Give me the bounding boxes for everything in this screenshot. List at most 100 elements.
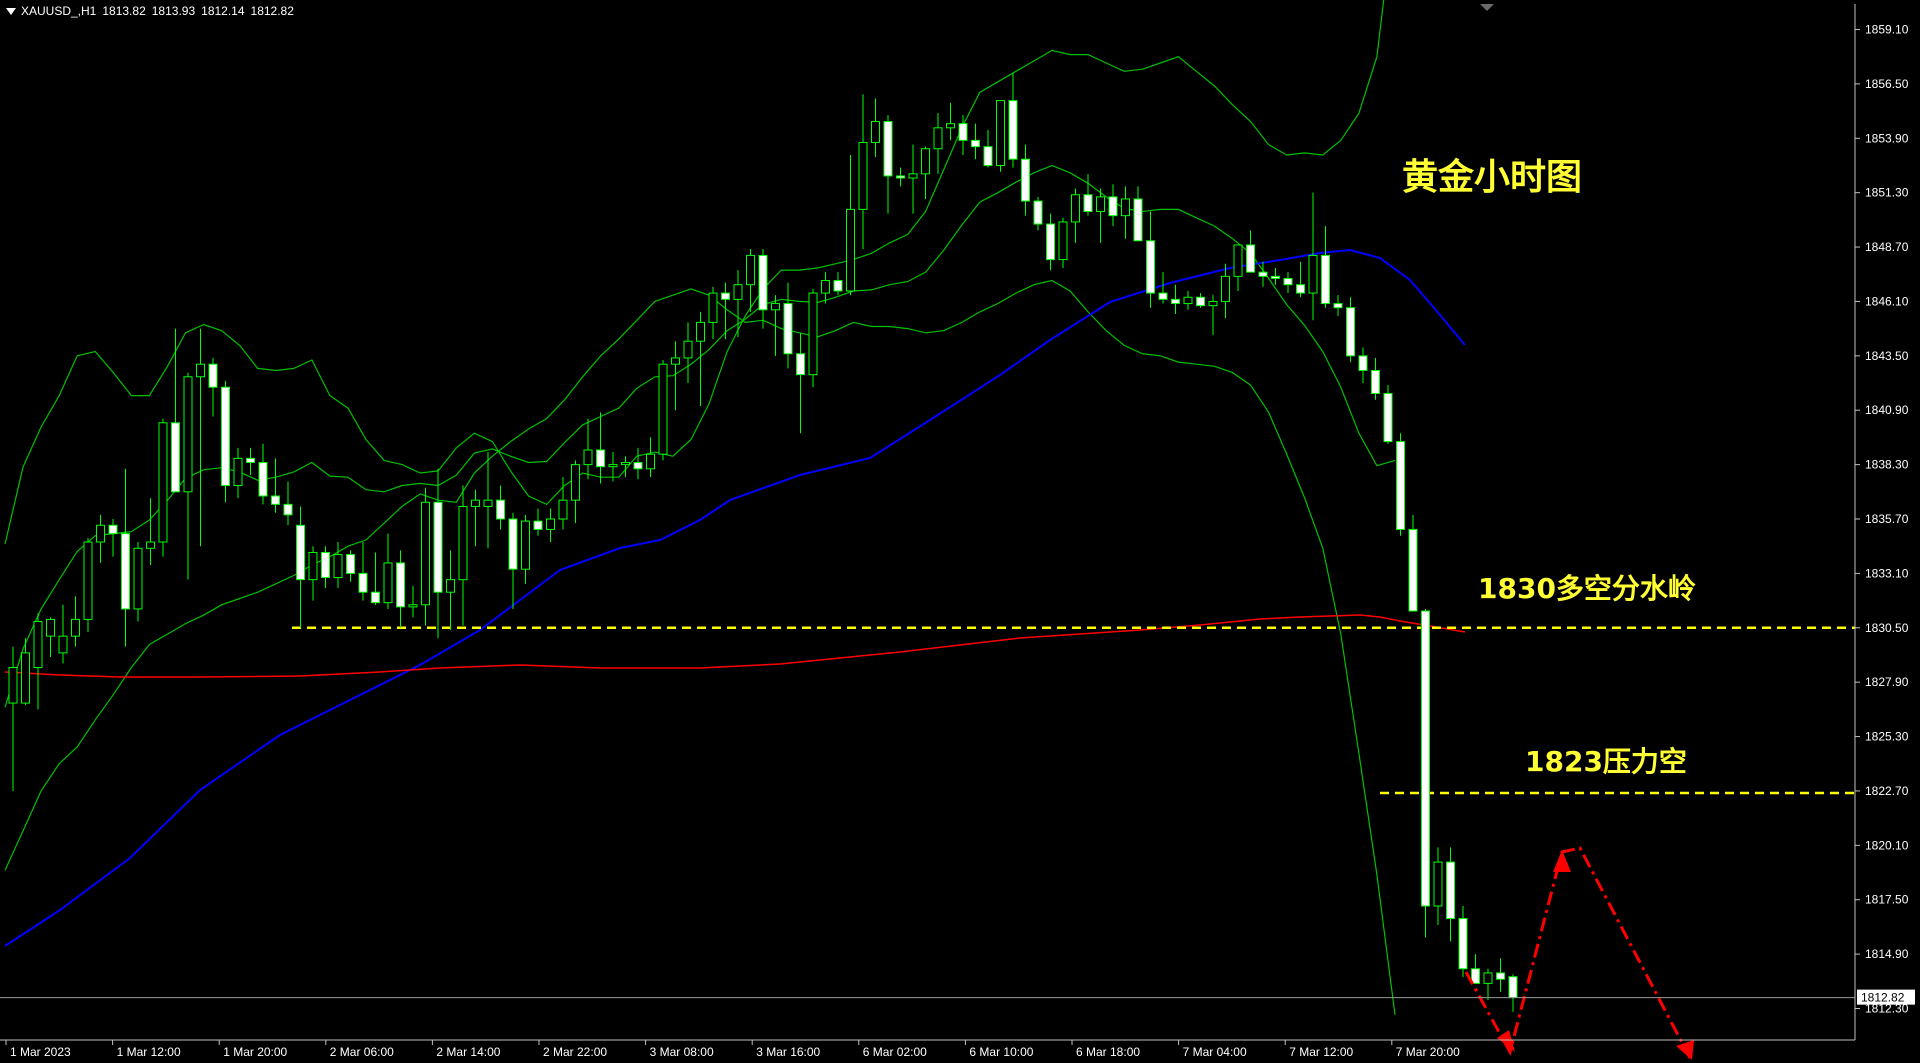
bollinger-upper-line [4, 0, 1385, 545]
candle-body [283, 503, 293, 516]
bollinger-bands [4, 0, 1396, 1015]
candle [1071, 188, 1080, 243]
candle-body [733, 284, 743, 300]
candle [196, 328, 205, 547]
candle-body [158, 422, 168, 543]
candle [1483, 968, 1493, 1001]
candle-body [333, 554, 343, 579]
candle [146, 498, 155, 566]
candle [1396, 433, 1405, 536]
chevron-down-icon[interactable] [6, 8, 16, 16]
candle [533, 508, 543, 536]
candle [1383, 385, 1393, 444]
candle [1008, 73, 1018, 168]
candle-body [1458, 918, 1468, 970]
low-price: 1812.14 [201, 4, 245, 18]
projection-path [1464, 846, 1694, 1060]
candle [421, 487, 430, 626]
candle [546, 508, 555, 543]
candle [408, 585, 418, 618]
candle-body [1158, 292, 1168, 300]
time-tick-label: 1 Mar 2023 [10, 1045, 71, 1059]
candle [1171, 284, 1180, 314]
candle [1246, 230, 1255, 273]
candle-body [408, 604, 418, 608]
candle-body [546, 518, 555, 530]
candle-body [646, 453, 655, 470]
candle-body [983, 146, 993, 166]
candle-body [1146, 240, 1155, 294]
candle-body [871, 121, 880, 143]
candle-body [46, 618, 55, 637]
candle [646, 437, 655, 478]
candle-body [946, 123, 955, 129]
candle [46, 617, 55, 658]
candle-body [171, 422, 180, 493]
candle-body [633, 462, 643, 470]
candle [471, 489, 480, 547]
ma-blue-line [4, 248, 1466, 947]
candle [796, 332, 805, 434]
candle-body [1446, 861, 1455, 920]
candle-body [1408, 528, 1418, 612]
candle [1296, 261, 1305, 298]
time-tick-label: 3 Mar 08:00 [650, 1045, 714, 1059]
price-tick-label: 1851.30 [1865, 186, 1909, 200]
time-tick-label: 6 Mar 10:00 [969, 1045, 1033, 1059]
candle-body [1283, 277, 1293, 286]
candle [1196, 293, 1205, 308]
candle-body [1008, 100, 1018, 160]
candle-body [296, 524, 305, 581]
candle-body [321, 551, 330, 579]
price-axis: 1859.10 1856.50 1853.90 1851.30 1848.70 1846.… [0, 4, 1915, 1040]
candle [433, 468, 443, 639]
candle-body [683, 340, 693, 359]
candle [983, 129, 993, 168]
time-tick-label: 6 Mar 18:00 [1076, 1045, 1140, 1059]
candle-body [783, 303, 793, 355]
candle-body [1396, 441, 1405, 530]
candle-body [746, 254, 755, 286]
candle [933, 113, 943, 174]
candle-body [458, 505, 468, 581]
candle [1096, 188, 1105, 243]
candle-body [1271, 275, 1280, 279]
time-axis: 1 Mar 2023 1 Mar 12:00 1 Mar 20:00 2 Mar 06… [0, 1039, 1855, 1059]
time-tick-label: 1 Mar 12:00 [117, 1045, 181, 1059]
candle [133, 542, 143, 622]
candle [1333, 295, 1343, 317]
price-chart[interactable]: 1859.10 1856.50 1853.90 1851.30 1848.70 1846.… [0, 0, 1920, 1063]
candle-body [146, 541, 155, 549]
candle-body [1321, 254, 1330, 305]
price-tick-label: 1820.10 [1865, 838, 1909, 852]
candle [858, 94, 868, 250]
candle-body [933, 127, 943, 150]
candle [183, 372, 193, 580]
time-tick-label: 7 Mar 20:00 [1396, 1045, 1460, 1059]
candle [58, 604, 68, 664]
arrowhead-up-icon [1553, 850, 1571, 872]
candle-body [658, 363, 668, 455]
shift-marker-icon [1480, 4, 1494, 11]
candle [708, 286, 718, 340]
price-tick-label: 1835.70 [1865, 512, 1909, 526]
candle-body [596, 449, 605, 468]
candle-body [583, 449, 593, 466]
candle [333, 542, 343, 589]
candle-body [1246, 244, 1255, 273]
chart-header: XAUUSD_,H1 1813.82 1813.93 1812.14 1812.82 [6, 4, 300, 18]
candle [8, 646, 18, 791]
candle [1033, 196, 1043, 231]
candle-body [58, 635, 68, 654]
candle [808, 288, 818, 388]
candle [258, 443, 268, 505]
candle [1446, 847, 1455, 942]
candle-body [883, 121, 893, 177]
candle [946, 102, 955, 141]
candle-body [1371, 369, 1380, 394]
candle [896, 167, 905, 187]
candle [1508, 974, 1518, 1012]
candle-body [471, 499, 480, 507]
candle [871, 98, 880, 158]
candle-body [446, 579, 455, 593]
